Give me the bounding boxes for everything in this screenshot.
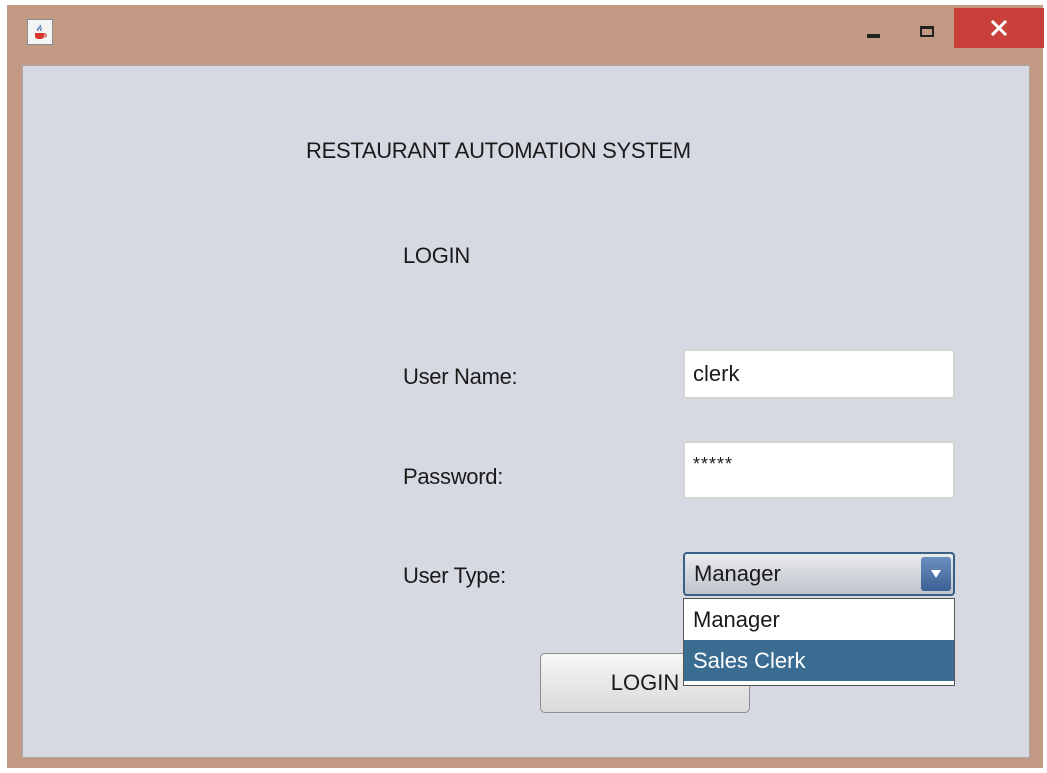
usertype-dropdown-list: Manager Sales Clerk bbox=[683, 598, 955, 686]
java-cup-icon[interactable] bbox=[27, 19, 53, 45]
maximize-icon bbox=[920, 25, 934, 37]
maximize-button[interactable] bbox=[907, 13, 947, 49]
app-window: RESTAURANT AUTOMATION SYSTEM LOGIN User … bbox=[7, 5, 1044, 768]
username-label: User Name: bbox=[403, 364, 518, 389]
usertype-select[interactable]: Manager bbox=[683, 552, 955, 596]
login-button-label: LOGIN bbox=[610, 670, 680, 695]
minimize-button[interactable] bbox=[853, 13, 893, 49]
option-manager[interactable]: Manager bbox=[684, 599, 954, 640]
close-icon bbox=[991, 20, 1007, 36]
chevron-down-icon bbox=[931, 570, 941, 578]
usertype-selected-value: Manager bbox=[694, 561, 781, 586]
minimize-icon bbox=[866, 34, 880, 38]
title-bar[interactable] bbox=[7, 5, 1044, 65]
username-input[interactable]: clerk bbox=[683, 349, 955, 399]
login-panel: RESTAURANT AUTOMATION SYSTEM LOGIN User … bbox=[22, 65, 1030, 758]
dropdown-arrow-button[interactable] bbox=[921, 557, 951, 591]
option-sales-clerk[interactable]: Sales Clerk bbox=[684, 640, 954, 681]
close-button[interactable] bbox=[954, 8, 1044, 48]
usertype-label: User Type: bbox=[403, 563, 506, 588]
option-label: Sales Clerk bbox=[693, 647, 806, 673]
login-heading: LOGIN bbox=[403, 243, 470, 268]
password-label: Password: bbox=[403, 464, 504, 489]
password-input[interactable]: ***** bbox=[683, 441, 955, 499]
option-label: Manager bbox=[693, 606, 780, 632]
app-heading: RESTAURANT AUTOMATION SYSTEM bbox=[306, 138, 691, 163]
